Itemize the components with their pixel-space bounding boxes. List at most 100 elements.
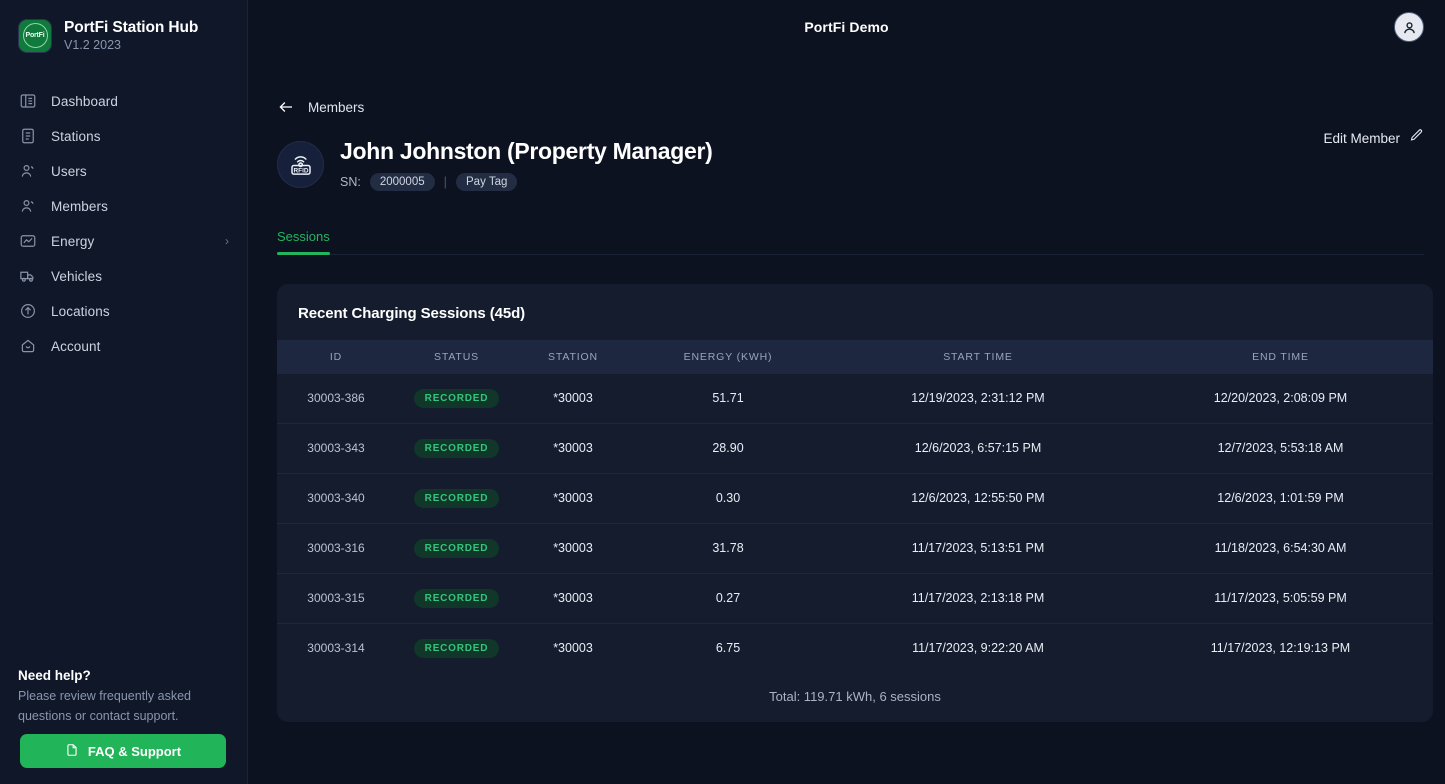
breadcrumb-label: Members: [308, 99, 365, 115]
meta-divider: |: [443, 174, 448, 190]
sidebar-item-label: Energy: [51, 233, 95, 249]
cell-end-time: 11/17/2023, 12:19:13 PM: [1210, 641, 1351, 656]
stations-icon: [18, 127, 37, 146]
sidebar-item-label: Stations: [51, 128, 101, 144]
table-body: 30003-386 RECORDED *30003 51.71 12/19/20…: [277, 374, 1433, 673]
faq-support-button[interactable]: FAQ & Support: [20, 734, 226, 768]
cell-start-time: 12/6/2023, 6:57:15 PM: [914, 441, 1042, 456]
table-row[interactable]: 30003-316 RECORDED *30003 31.78 11/17/20…: [277, 523, 1433, 574]
sidebar-item-vehicles[interactable]: Vehicles: [0, 259, 247, 294]
cell-start-time: 11/17/2023, 9:22:20 AM: [912, 641, 1044, 656]
cell-status: RECORDED: [395, 423, 518, 473]
col-header-energy[interactable]: ENERGY (KWH): [628, 340, 828, 374]
help-body: Please review frequently asked questions…: [18, 689, 192, 723]
edit-member-button[interactable]: Edit Member: [1323, 128, 1424, 148]
sidebar-item-dashboard[interactable]: Dashboard: [0, 84, 247, 119]
brand-text: PortFi Station Hub V1.2 2023: [64, 18, 198, 54]
cell-end-time: 12/20/2023, 2:08:09 PM: [1213, 391, 1348, 406]
sidebar-item-label: Members: [51, 198, 108, 214]
brand[interactable]: PortFi PortFi Station Hub V1.2 2023: [0, 0, 247, 54]
dashboard-icon: [18, 92, 37, 111]
cell-energy: 28.90: [712, 441, 744, 456]
cell-start-time: 12/19/2023, 2:31:12 PM: [911, 391, 1045, 406]
table-row[interactable]: 30003-386 RECORDED *30003 51.71 12/19/20…: [277, 374, 1433, 424]
table-row[interactable]: 30003-340 RECORDED *30003 0.30 12/6/2023…: [277, 473, 1433, 524]
cell-energy: 0.30: [715, 491, 741, 506]
back-arrow-icon[interactable]: [277, 98, 295, 116]
sidebar-item-members[interactable]: Members: [0, 189, 247, 224]
topbar: PortFi Demo: [248, 0, 1445, 54]
cell-id: 30003-343: [307, 441, 365, 456]
cell-status: RECORDED: [395, 374, 518, 424]
cell-station: *30003: [553, 491, 593, 506]
sidebar: PortFi PortFi Station Hub V1.2 2023 Dash…: [0, 0, 248, 784]
cell-status: RECORDED: [395, 573, 518, 623]
help-title: Need help?: [18, 668, 91, 684]
cell-id: 30003-316: [307, 541, 365, 556]
sidebar-item-account[interactable]: Account: [0, 329, 247, 364]
table-row[interactable]: 30003-343 RECORDED *30003 28.90 12/6/202…: [277, 423, 1433, 474]
sidebar-item-locations[interactable]: Locations: [0, 294, 247, 329]
avatar[interactable]: [1394, 12, 1424, 42]
member-meta: SN: 2000005 | Pay Tag: [340, 172, 712, 191]
help-block: Need help? Please review frequently aske…: [18, 668, 229, 726]
cell-end-time: 12/7/2023, 5:53:18 AM: [1217, 441, 1344, 456]
cell-id: 30003-340: [307, 491, 365, 506]
col-header-station[interactable]: STATION: [518, 340, 628, 374]
cell-status: RECORDED: [395, 473, 518, 523]
app-root: PortFi PortFi Station Hub V1.2 2023 Dash…: [0, 0, 1445, 784]
sidebar-item-energy[interactable]: Energy ›: [0, 224, 247, 259]
status-badge: RECORDED: [413, 488, 500, 508]
table-row[interactable]: 30003-315 RECORDED *30003 0.27 11/17/202…: [277, 573, 1433, 624]
sessions-card-title: Recent Charging Sessions (45d): [298, 304, 526, 322]
sidebar-item-stations[interactable]: Stations: [0, 119, 247, 154]
cell-status: RECORDED: [395, 523, 518, 573]
locations-icon: [18, 302, 37, 321]
status-badge: RECORDED: [413, 588, 500, 608]
col-header-start-time[interactable]: START TIME: [828, 340, 1128, 374]
cell-end-time: 11/18/2023, 6:54:30 AM: [1214, 541, 1347, 556]
tab-label: Sessions: [277, 228, 330, 244]
sn-label: SN:: [340, 174, 361, 189]
cell-end-time: 11/17/2023, 5:05:59 PM: [1214, 591, 1347, 606]
logo-ring-label: PortFi: [22, 23, 48, 49]
sn-value-chip: 2000005: [369, 172, 435, 191]
status-badge: RECORDED: [413, 388, 500, 408]
col-header-end-time[interactable]: END TIME: [1128, 340, 1433, 374]
main-area: PortFi Demo Members RFID John Johnston (…: [248, 0, 1445, 784]
cell-station: *30003: [553, 641, 593, 656]
rfid-avatar-icon: RFID: [277, 140, 324, 188]
cell-station: *30003: [553, 391, 593, 406]
table-head: ID STATUS STATION ENERGY (KWH) START TIM…: [277, 339, 1433, 374]
energy-icon: [18, 232, 37, 251]
col-header-id[interactable]: ID: [277, 340, 395, 374]
brand-version: V1.2 2023: [64, 38, 121, 53]
portfi-logo-icon: PortFi: [18, 18, 52, 53]
cell-id: 30003-315: [307, 591, 365, 606]
page-app-title: PortFi Demo: [804, 19, 889, 35]
pay-tag-badge: Pay Tag: [456, 172, 518, 191]
vehicles-icon: [18, 267, 37, 286]
sidebar-nav: Dashboard Stations Users Members Energy …: [0, 84, 247, 364]
tab-bar: Sessions: [277, 229, 1424, 255]
col-header-status[interactable]: STATUS: [395, 340, 518, 374]
sidebar-item-label: Users: [51, 163, 87, 179]
tab-sessions[interactable]: Sessions: [277, 228, 330, 255]
faq-support-label: FAQ & Support: [87, 743, 182, 759]
cell-station: *30003: [553, 591, 593, 606]
cell-start-time: 12/6/2023, 12:55:50 PM: [911, 491, 1045, 506]
breadcrumb[interactable]: Members: [269, 54, 1424, 116]
users-icon: [18, 162, 37, 181]
document-icon: [65, 743, 79, 760]
cell-energy: 31.78: [712, 541, 744, 556]
member-identity: John Johnston (Property Manager) SN: 200…: [340, 138, 713, 191]
pencil-icon: [1409, 128, 1424, 148]
member-header: RFID John Johnston (Property Manager) SN…: [269, 116, 1424, 191]
members-icon: [18, 197, 37, 216]
brand-title: PortFi Station Hub: [64, 19, 199, 36]
cell-start-time: 11/17/2023, 2:13:18 PM: [911, 591, 1045, 606]
sidebar-item-users[interactable]: Users: [0, 154, 247, 189]
cell-end-time: 12/6/2023, 1:01:59 PM: [1217, 491, 1344, 506]
table-row[interactable]: 30003-314 RECORDED *30003 6.75 11/17/202…: [277, 623, 1433, 673]
page-title: John Johnston (Property Manager): [340, 138, 713, 164]
